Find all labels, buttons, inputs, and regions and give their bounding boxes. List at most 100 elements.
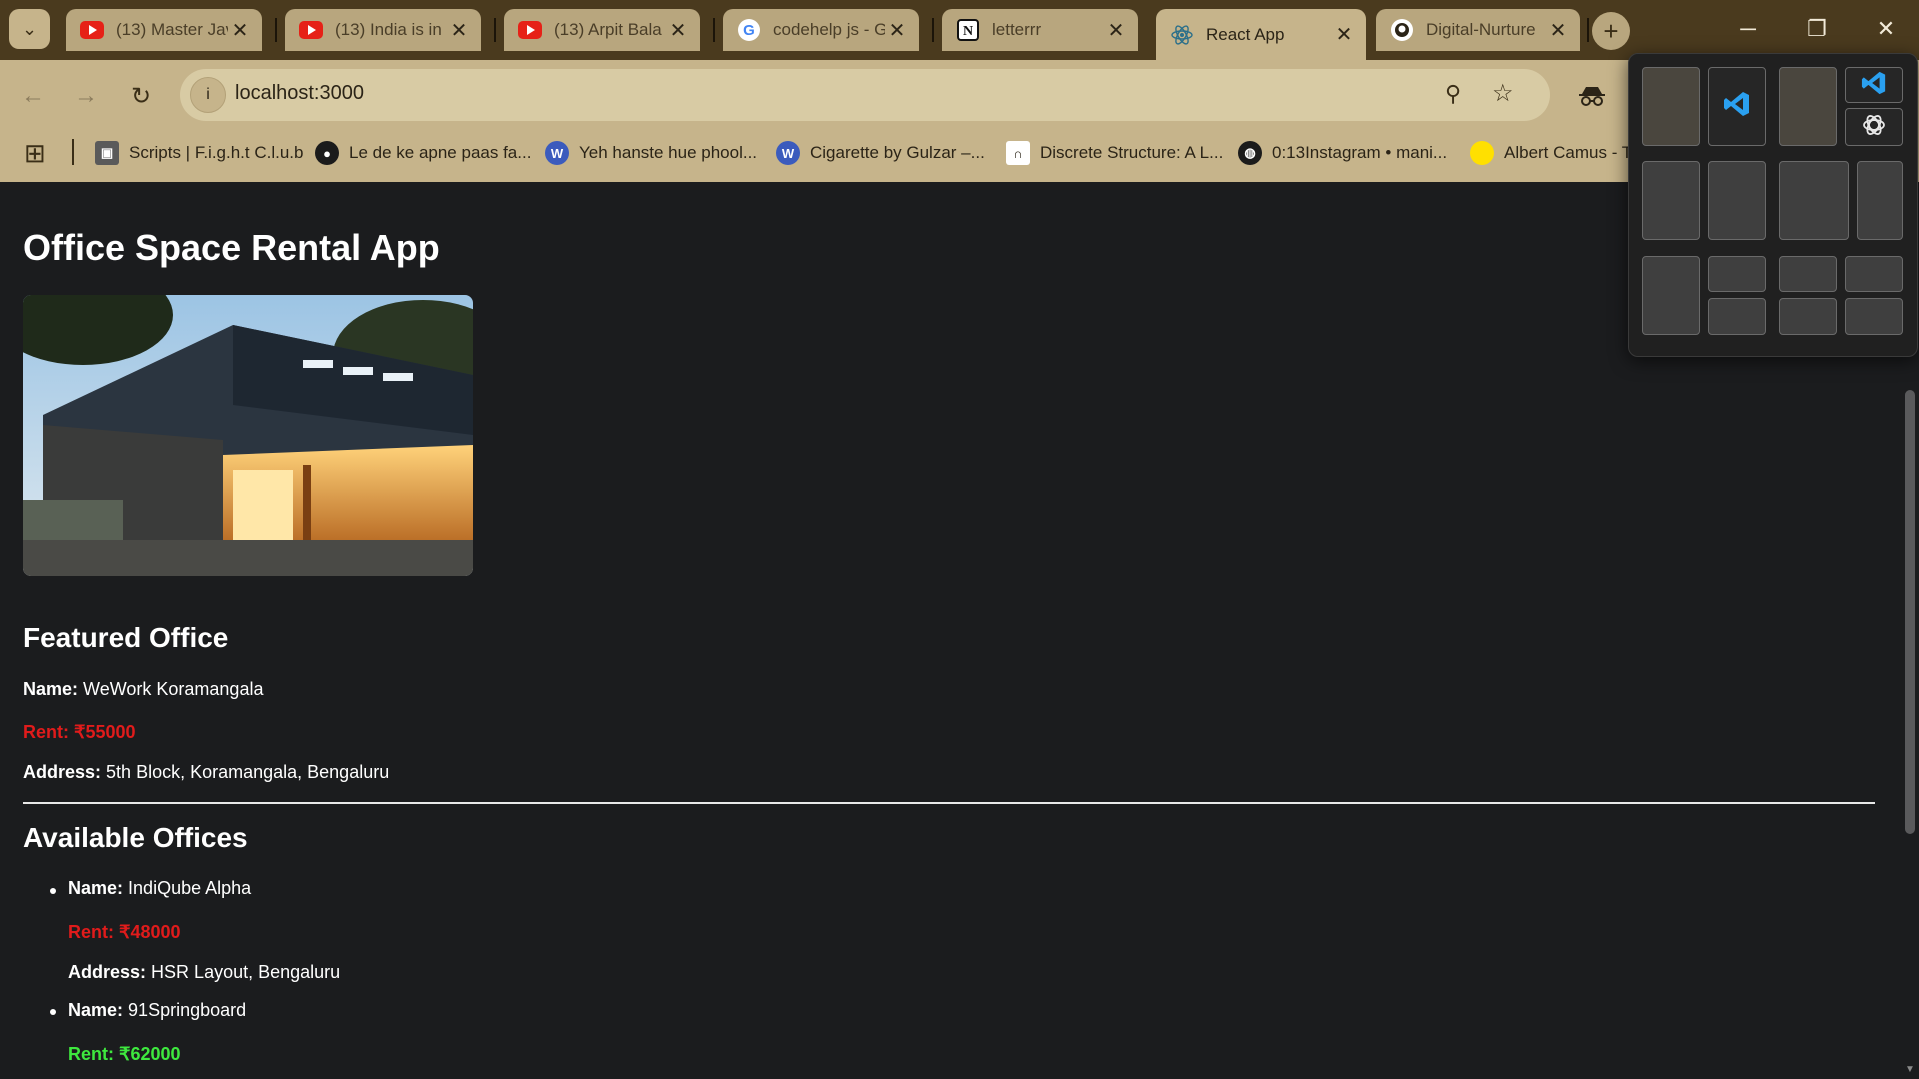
profile-avatar[interactable] (1575, 79, 1609, 113)
snap-zone[interactable] (1845, 298, 1903, 335)
vscode-icon (1723, 90, 1751, 123)
close-icon[interactable]: ✕ (1546, 18, 1570, 43)
snap-zone[interactable] (1779, 256, 1837, 292)
vscode-icon (1861, 70, 1887, 101)
tab-india[interactable]: (13) India is in a ✕ (285, 9, 481, 51)
youtube-icon (80, 18, 104, 42)
section-divider (23, 802, 1875, 804)
snap-zone[interactable] (1857, 161, 1903, 240)
list-bullet (50, 1009, 56, 1015)
snap-zone[interactable] (1642, 161, 1700, 240)
bookmark-yeh-hanste[interactable]: W Yeh hanste hue phool... (545, 139, 757, 167)
close-window-button[interactable]: ✕ (1864, 9, 1908, 49)
tab-label: React App (1206, 24, 1285, 44)
tab-master-java[interactable]: (13) Master Jav ✕ (66, 9, 262, 51)
youtube-icon (299, 18, 323, 42)
close-icon[interactable]: ✕ (885, 18, 909, 43)
globe-icon: ◍ (1238, 141, 1262, 165)
tab-search-button[interactable]: ⌄ (9, 9, 50, 49)
url-text[interactable]: localhost:3000 (235, 82, 364, 105)
scrollbar-thumb[interactable] (1905, 390, 1915, 834)
close-icon[interactable]: ✕ (228, 18, 252, 43)
github-icon (1390, 18, 1414, 42)
new-tab-button[interactable]: + (1592, 12, 1630, 50)
office-item-address: Address: HSR Layout, Bengaluru (68, 962, 340, 983)
featured-heading: Featured Office (23, 622, 229, 653)
name-value: 91Springboard (128, 1000, 247, 1020)
tab-digital-nurture[interactable]: Digital-Nurture ✕ (1376, 9, 1580, 51)
snap-zone[interactable] (1845, 256, 1903, 292)
tab-label: codehelp js - G (773, 20, 885, 39)
close-icon[interactable]: ✕ (666, 18, 690, 43)
tab-separator (275, 18, 277, 42)
react-icon (1170, 23, 1194, 47)
snap-zone[interactable] (1708, 161, 1766, 240)
back-button[interactable]: ← (15, 78, 51, 114)
rent-label: Rent: (23, 722, 69, 742)
tab-react-app[interactable]: React App ✕ (1156, 9, 1366, 60)
address-label: Address: (23, 762, 102, 782)
zoom-icon[interactable]: ⚲ (1445, 81, 1461, 107)
minimize-button[interactable]: ─ (1726, 9, 1770, 49)
bookmark-label: Albert Camus - T (1504, 143, 1633, 162)
snap-zone[interactable] (1779, 298, 1837, 335)
bookmark-le-de-ke[interactable]: ● Le de ke apne paas fa... (315, 139, 531, 167)
snap-zone[interactable] (1779, 161, 1849, 240)
address-bar[interactable]: i localhost:3000 ⚲ ☆ (180, 69, 1550, 121)
tab-letterrr[interactable]: N letterrr ✕ (942, 9, 1138, 51)
page-title: Office Space Rental App (23, 227, 440, 268)
restore-button[interactable]: ❐ (1795, 9, 1839, 49)
snap-zone-vscode[interactable] (1845, 67, 1903, 103)
snap-zone[interactable] (1779, 67, 1837, 146)
address-value: HSR Layout, Bengaluru (151, 962, 341, 982)
image-icon: ▣ (95, 141, 119, 165)
snap-zone[interactable] (1642, 67, 1700, 146)
scroll-down-arrow[interactable]: ▼ (1905, 1064, 1915, 1075)
tab-separator (494, 18, 496, 42)
close-icon[interactable]: ✕ (447, 18, 471, 43)
snap-zone[interactable] (1708, 298, 1766, 335)
name-label: Name: (68, 878, 124, 898)
tab-separator (713, 18, 715, 42)
snap-layouts-flyout (1628, 53, 1918, 357)
bookmark-albert-camus[interactable]: Albert Camus - T (1470, 139, 1632, 167)
tab-label: (13) India is in a (335, 20, 447, 39)
tab-label: Digital-Nurture (1426, 20, 1536, 39)
bookmark-instagram[interactable]: ◍ 0:13Instagram • mani... (1238, 139, 1447, 167)
tab-codehelp[interactable]: G codehelp js - G ✕ (723, 9, 919, 51)
close-icon[interactable]: ✕ (1332, 22, 1356, 47)
snap-zone-vscode[interactable] (1708, 67, 1766, 146)
bookmarks-bar: ⊞ ▣ Scripts | F.i.g.h.t C.l.u.b ● Le de … (0, 127, 1632, 177)
bookmark-star-icon[interactable]: ☆ (1492, 79, 1514, 108)
bookmark-label: Cigarette by Gulzar –... (810, 143, 985, 162)
tab-label: letterrr (992, 20, 1042, 39)
name-value: IndiQube Alpha (128, 878, 252, 898)
chatgpt-icon (1861, 112, 1887, 143)
apps-grid-icon[interactable]: ⊞ (24, 138, 46, 169)
tab-label: (13) Master Jav (116, 20, 228, 39)
address-value: 5th Block, Koramangala, Bengaluru (106, 762, 390, 782)
bookmark-cigarette[interactable]: W Cigarette by Gulzar –... (776, 139, 985, 167)
wordpress-icon: W (776, 141, 800, 165)
podcast-icon: ● (315, 141, 339, 165)
tab-arpit-bala[interactable]: (13) Arpit Bala | ✕ (504, 9, 700, 51)
bookmark-scripts[interactable]: ▣ Scripts | F.i.g.h.t C.l.u.b (95, 139, 303, 167)
snap-zone-chatgpt[interactable] (1845, 108, 1903, 146)
bookmark-discrete[interactable]: ∩ Discrete Structure: A L... (1006, 139, 1223, 167)
name-value: WeWork Koramangala (83, 679, 264, 699)
close-icon[interactable]: ✕ (1104, 18, 1128, 43)
snap-zone[interactable] (1642, 256, 1700, 335)
site-info-icon[interactable]: i (190, 77, 226, 113)
snap-zone[interactable] (1708, 256, 1766, 292)
wordpress-icon: W (545, 141, 569, 165)
forward-button[interactable]: → (68, 78, 104, 114)
bookmark-divider (72, 139, 74, 165)
office-item-rent: Rent: ₹48000 (68, 922, 181, 943)
tab-label: (13) Arpit Bala | (554, 20, 666, 39)
featured-address: Address: 5th Block, Koramangala, Bengalu… (23, 762, 389, 783)
office-image (23, 295, 473, 576)
available-heading: Available Offices (23, 822, 248, 853)
svg-text:N: N (963, 24, 973, 39)
reload-button[interactable]: ↻ (123, 78, 159, 114)
rent-value: ₹62000 (119, 1044, 181, 1064)
